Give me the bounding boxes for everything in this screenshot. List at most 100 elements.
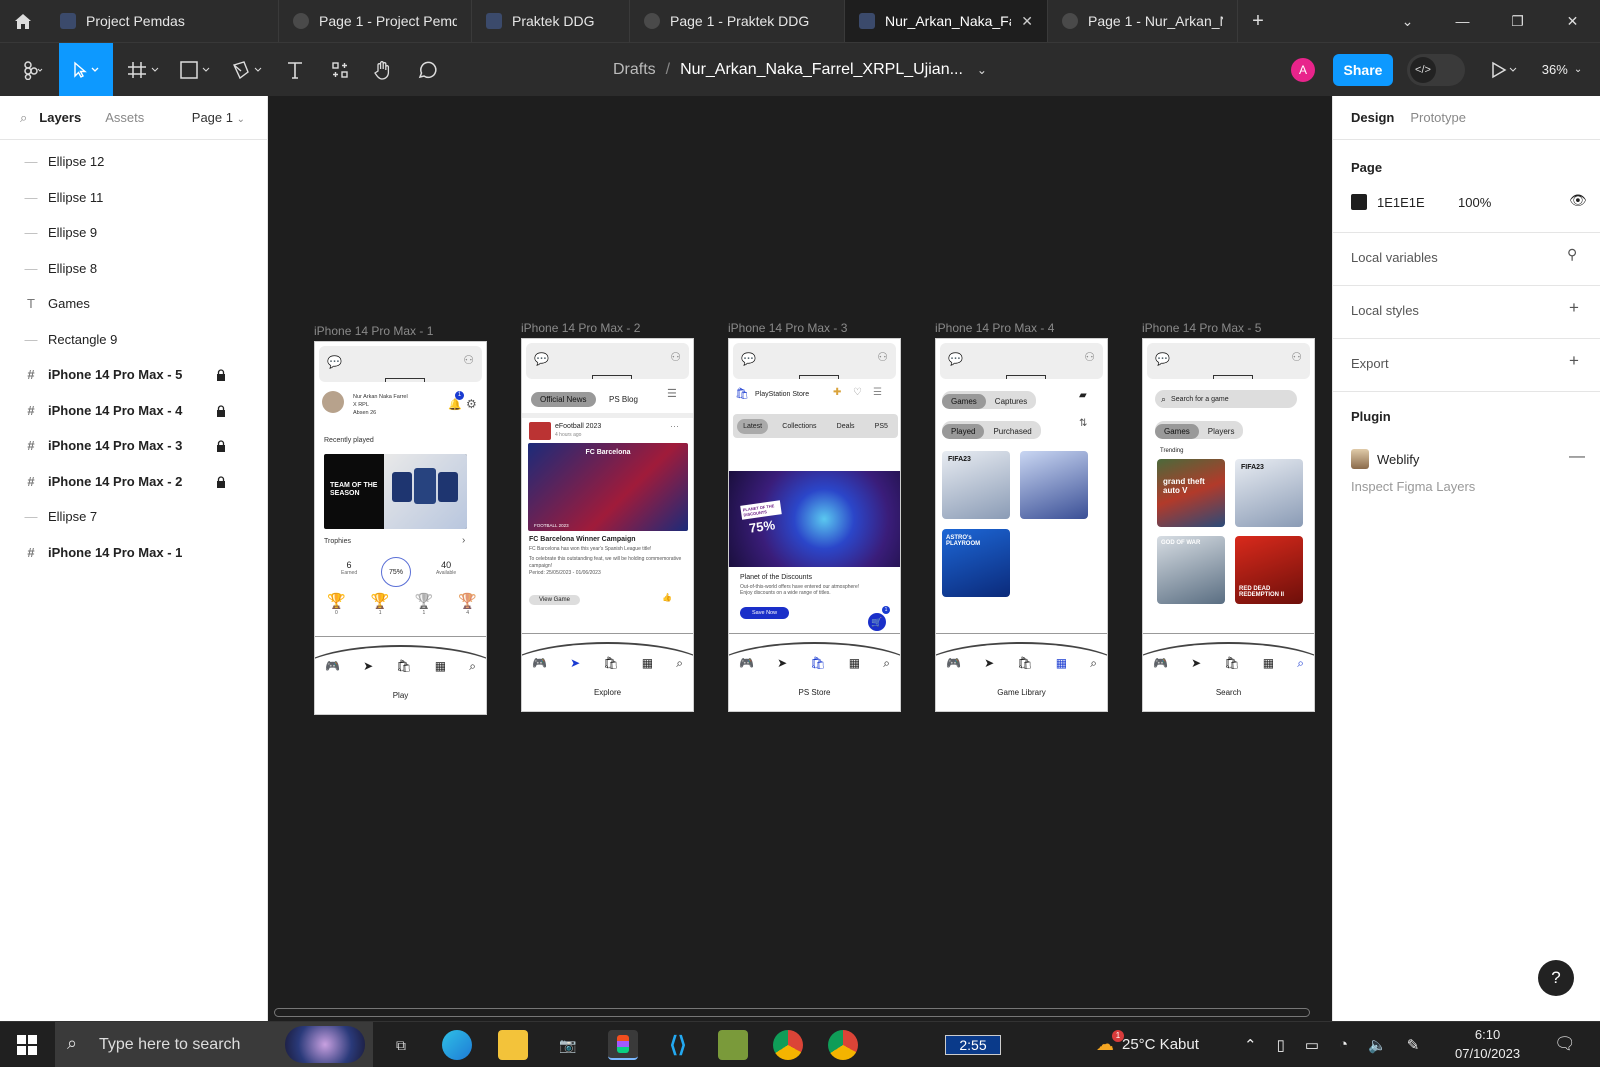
- home-icon[interactable]: [0, 0, 46, 42]
- layer-row[interactable]: T Games: [0, 286, 267, 322]
- page-select[interactable]: Page 1 ⌄: [192, 110, 245, 125]
- layer-row[interactable]: — Ellipse 12: [0, 144, 267, 180]
- frame-iphone-4[interactable]: 💬 ⚇ Games Captures ▰ Played Purchased ⇅ FI…: [935, 338, 1108, 712]
- chrome-icon[interactable]: [828, 1030, 858, 1060]
- plugin-name[interactable]: Weblify: [1377, 452, 1419, 467]
- clock-time: 6:10: [1474, 1027, 1501, 1042]
- page-color-hex[interactable]: 1E1E1E: [1377, 195, 1425, 210]
- chrome-icon[interactable]: [773, 1030, 803, 1060]
- variables-settings-icon[interactable]: ⚲: [1567, 246, 1577, 263]
- layer-row[interactable]: — Rectangle 9: [0, 322, 267, 358]
- local-styles[interactable]: Local styles: [1351, 303, 1419, 318]
- lock-icon[interactable]: [216, 404, 226, 420]
- lock-icon[interactable]: [216, 369, 226, 384]
- utility-app-icon[interactable]: [718, 1030, 748, 1060]
- close-window-icon[interactable]: ✕: [1545, 0, 1600, 42]
- canvas-horizontal-scrollbar[interactable]: [274, 1008, 1310, 1017]
- banner-text: FC Barcelona: [585, 449, 631, 456]
- local-variables[interactable]: Local variables: [1351, 250, 1438, 265]
- taskbar-search-input[interactable]: ⌕ Type here to search: [55, 1022, 373, 1067]
- camera-icon[interactable]: 📷: [553, 1030, 583, 1060]
- post-thumbnail: [529, 422, 551, 440]
- share-button[interactable]: Share: [1333, 54, 1393, 86]
- notification-badge: 1: [455, 391, 464, 400]
- remove-plugin-icon[interactable]: —: [1569, 448, 1585, 466]
- frame-iphone-2[interactable]: 💬 ⚇ Official News PS Blog ☰ eFootball 20…: [521, 338, 694, 712]
- chip-games: Games: [942, 394, 986, 409]
- file-explorer-icon[interactable]: [498, 1030, 528, 1060]
- page-color-swatch[interactable]: [1351, 194, 1367, 210]
- tab-assets[interactable]: Assets: [105, 110, 144, 125]
- page-opacity[interactable]: 100%: [1458, 195, 1491, 210]
- present-play-icon[interactable]: [1484, 43, 1524, 96]
- frame-iphone-5[interactable]: 💬 ⚇ ⌕ Search for a game Games Players Tren…: [1142, 338, 1315, 712]
- browser-tab[interactable]: Nur_Arkan_Naka_Farre ✕: [845, 0, 1048, 42]
- figma-app-icon[interactable]: [608, 1030, 638, 1060]
- pen-icon[interactable]: ✎: [1407, 1036, 1420, 1054]
- layer-row[interactable]: # iPhone 14 Pro Max - 3: [0, 428, 267, 464]
- browser-tab[interactable]: Page 1 - Praktek DDG: [630, 0, 845, 42]
- chevron-up-icon[interactable]: ⌃: [1244, 1036, 1257, 1054]
- search-icon[interactable]: ⌕: [20, 110, 27, 126]
- avatar[interactable]: A: [1291, 58, 1315, 82]
- battery-icon[interactable]: ▭: [1305, 1036, 1319, 1054]
- restore-icon[interactable]: ❐: [1490, 0, 1545, 42]
- earned-label: Earned: [341, 570, 358, 576]
- zoom-level[interactable]: 36% ⌄: [1534, 43, 1590, 96]
- frame-title[interactable]: iPhone 14 Pro Max - 4: [935, 321, 1054, 335]
- export-heading[interactable]: Export: [1351, 356, 1389, 371]
- layer-row[interactable]: # iPhone 14 Pro Max - 2: [0, 464, 267, 500]
- frame-title[interactable]: iPhone 14 Pro Max - 1: [314, 324, 433, 338]
- tab-list-chevron-icon[interactable]: ⌄: [1380, 0, 1435, 42]
- wifi-icon[interactable]: ◔: [1339, 1036, 1348, 1053]
- close-tab-icon[interactable]: ✕: [1021, 13, 1033, 30]
- new-tab-button[interactable]: +: [1238, 10, 1278, 33]
- platinum-trophy-icon: 🏆 0: [327, 593, 346, 616]
- lock-icon[interactable]: [216, 475, 226, 491]
- layer-row[interactable]: — Ellipse 9: [0, 215, 267, 251]
- frame-iphone-1[interactable]: 💬 ⚇ Nur Arkan Naka Farrel X RPL Absen 26…: [314, 341, 487, 715]
- frame-title[interactable]: iPhone 14 Pro Max - 2: [521, 321, 640, 335]
- chevron-down-icon[interactable]: ⌄: [977, 63, 987, 77]
- store-bag-icon: 🛍: [603, 656, 619, 670]
- notification-center-icon[interactable]: 🗨: [1554, 1034, 1576, 1054]
- tab-label: Page 1 - Project Pemdas: [319, 13, 457, 29]
- layer-row[interactable]: — Ellipse 11: [0, 180, 267, 216]
- browser-tab[interactable]: Page 1 - Project Pemdas: [279, 0, 472, 42]
- frame-title[interactable]: iPhone 14 Pro Max - 5: [1142, 321, 1261, 335]
- battery-timer[interactable]: 2:55: [945, 1035, 1001, 1055]
- clock[interactable]: 6:10 07/10/2023: [1455, 1025, 1520, 1063]
- file-name[interactable]: Nur_Arkan_Naka_Farrel_XRPL_Ujian...: [680, 61, 963, 79]
- lock-icon[interactable]: [216, 440, 226, 455]
- page-heading: Page: [1351, 160, 1383, 175]
- frame-title[interactable]: iPhone 14 Pro Max - 3: [728, 321, 847, 335]
- device-icon[interactable]: ▯: [1277, 1036, 1285, 1054]
- tab-layers[interactable]: Layers: [39, 110, 81, 125]
- tab-prototype[interactable]: Prototype: [1410, 110, 1466, 125]
- frame-iphone-3[interactable]: 💬 ⚇ 🛍 PlayStation Store ✚ ♡ ☰ Latest Coll…: [728, 338, 901, 712]
- weather-widget[interactable]: ☁ 25°C Kabut: [1096, 1022, 1199, 1067]
- breadcrumb-drafts[interactable]: Drafts: [613, 61, 656, 79]
- layer-row[interactable]: — Ellipse 7: [0, 499, 267, 535]
- tab-design[interactable]: Design: [1351, 110, 1394, 125]
- minimize-icon[interactable]: —: [1435, 0, 1490, 42]
- layer-row[interactable]: # iPhone 14 Pro Max - 5: [0, 357, 267, 393]
- layer-row[interactable]: # iPhone 14 Pro Max - 1: [0, 535, 267, 571]
- windows-start-icon[interactable]: [17, 1035, 37, 1060]
- vscode-icon[interactable]: ⟨⟩: [663, 1030, 693, 1060]
- add-style-icon[interactable]: +: [1569, 298, 1579, 318]
- layers-panel: ⌕ Layers Assets Page 1 ⌄ — Ellipse 12 — Ell…: [0, 96, 268, 1021]
- browser-tab[interactable]: Page 1 - Nur_Arkan_Naka: [1048, 0, 1238, 42]
- browser-tab[interactable]: Project Pemdas: [46, 0, 279, 42]
- news-banner: FC Barcelona FOOTBALL 2023: [528, 443, 688, 531]
- task-view-icon[interactable]: ⧉: [386, 1030, 416, 1060]
- layer-row[interactable]: # iPhone 14 Pro Max - 4: [0, 393, 267, 429]
- layer-row[interactable]: — Ellipse 8: [0, 251, 267, 287]
- help-button[interactable]: ?: [1538, 960, 1574, 996]
- dev-mode-toggle[interactable]: </>: [1407, 54, 1465, 86]
- volume-icon[interactable]: 🔈: [1368, 1036, 1387, 1054]
- browser-tab[interactable]: Praktek DDG: [472, 0, 630, 42]
- add-export-icon[interactable]: +: [1569, 351, 1579, 371]
- eye-icon[interactable]: 👁: [1569, 192, 1587, 209]
- edge-icon[interactable]: [442, 1030, 472, 1060]
